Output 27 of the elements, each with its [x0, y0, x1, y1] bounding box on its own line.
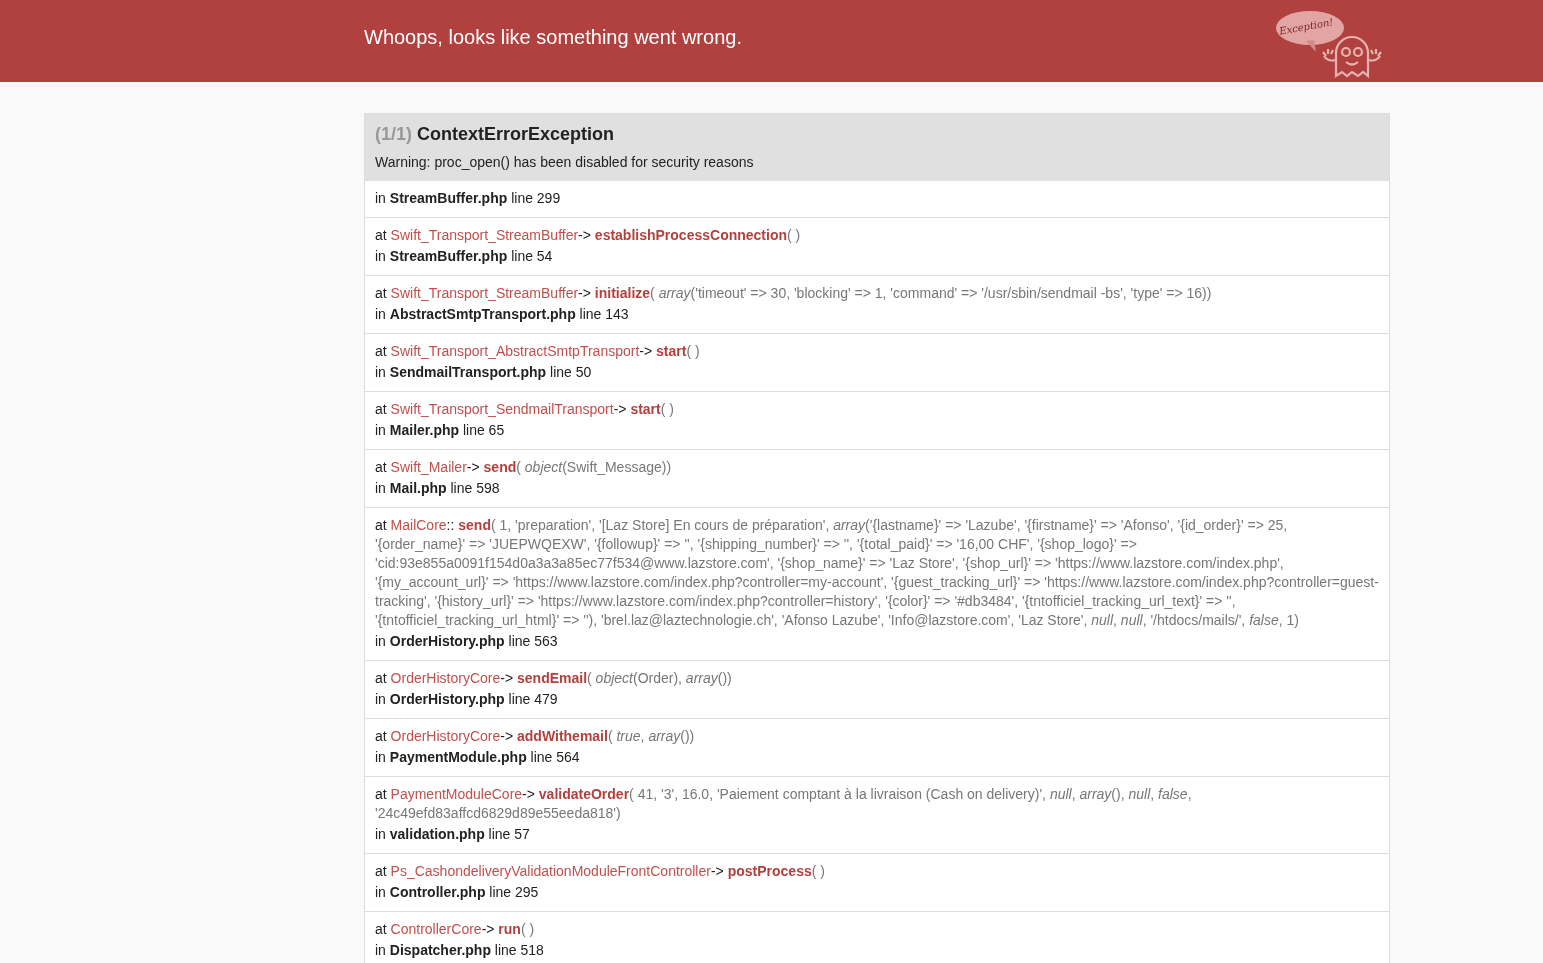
trace-call: at Swift_Mailer-> send( object(Swift_Message)): [375, 458, 673, 477]
trace-call: at Swift_Transport_SendmailTransport-> start( ): [375, 400, 675, 419]
logo-text: Exception!: [1278, 16, 1335, 37]
trace-call: at Swift_Transport_StreamBuffer-> initialize( array('timeout' => 30, 'blocking' => 1, 'command' => '/usr/sbin/sendmail -bs', 'type' => 16)): [375, 284, 1213, 303]
trace-location: in Controller.php line 295: [375, 883, 540, 902]
exception-title: (1/1) ContextErrorException: [375, 123, 616, 145]
trace-location: in Mail.php line 598: [375, 479, 501, 498]
trace-location: in SendmailTransport.php line 50: [375, 363, 593, 382]
page-title: Whoops, looks like something went wrong.: [364, 25, 742, 49]
trace-call: at Swift_Transport_AbstractSmtpTransport-> start( ): [375, 342, 701, 361]
trace-location: in PaymentModule.php line 564: [375, 748, 581, 767]
trace-location: in StreamBuffer.php line 299: [375, 189, 562, 208]
trace-call: at Swift_Transport_StreamBuffer-> establishProcessConnection( ): [375, 226, 802, 245]
trace-location: in Mailer.php line 65: [375, 421, 506, 440]
trace-location: in OrderHistory.php line 479: [375, 690, 559, 709]
trace-call: at PaymentModuleCore-> validateOrder( 41, '3', 16.0, 'Paiement comptant à la livraison (Cash on delivery)', null, array(), null, false, '24c49efd83affcd6829d89e55eeda818'): [375, 785, 1193, 823]
trace-call: at OrderHistoryCore-> sendEmail( object(Order), array()): [375, 669, 733, 688]
trace-call: at MailCore:: send( 1, 'preparation', '[Laz Store] En cours de préparation', array('{lastname}' => 'Lazube', '{firstname}' => 'Afonso', '{id_order}' => 25, '{order_name}' => 'JUEPWQEXW', '{followup}' => '', '{shipping_number}' => '', '{total_paid}' => '16,00 CHF', '{shop_logo}' => 'cid:93e855a0091f154d0a3a3a85ec77f534@www.lazstore.com', '{shop_name}' => 'Laz Store', '{shop_url}' => 'https://www.lazstore.com/index.php', '{my_account_url}' => 'https://www.lazstore.com/index.php?controller=my-account', '{guest_tracking_url}' => 'https://www.lazstore.com/index.php?controller=guest-tracking', '{history_url}' => 'https://www.lazstore.com/index.php?controller=history', '{color}' => '#db3484', '{tntofficiel_tracking_url_text}' => '', '{tntofficiel_tracking_url_html}' => ''), 'brel.laz@laztechnologie.ch', 'Afonso Lazube', 'Info@lazstore.com', 'Laz Store', null, null, '/htdocs/mails/', false, 1): [375, 516, 1379, 630]
trace-location: in OrderHistory.php line 563: [375, 632, 559, 651]
trace-call: at Ps_CashondeliveryValidationModuleFrontController-> postProcess( ): [375, 862, 826, 881]
trace-call: at OrderHistoryCore-> addWithemail( true, array()): [375, 727, 696, 746]
trace-location: in AbstractSmtpTransport.php line 143: [375, 305, 630, 324]
trace-location: in StreamBuffer.php line 54: [375, 247, 554, 266]
trace-location: in Dispatcher.php line 518: [375, 941, 545, 960]
trace-location: in validation.php line 57: [375, 825, 531, 844]
trace-call: at ControllerCore-> run( ): [375, 920, 536, 939]
exception-message: Warning: proc_open() has been disabled for security reasons: [375, 153, 755, 171]
